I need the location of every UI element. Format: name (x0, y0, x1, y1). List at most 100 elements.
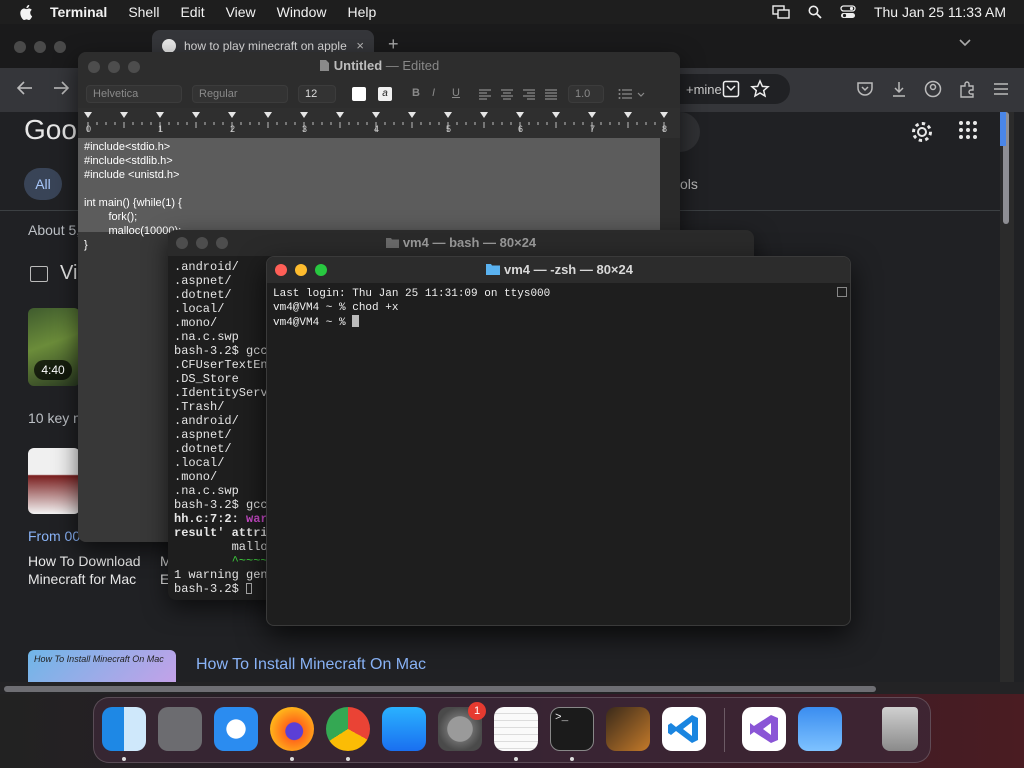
search-box[interactable] (680, 112, 700, 152)
highlight-color-icon[interactable]: a (378, 87, 392, 101)
ruler-number: 8 (662, 124, 668, 134)
tab-all[interactable]: All (24, 168, 62, 200)
menu-hamburger-icon[interactable] (992, 80, 1010, 98)
bash-line: .IdentityServ (174, 386, 268, 400)
zsh-scroll-icon[interactable] (837, 287, 847, 297)
back-arrow-icon[interactable] (16, 80, 34, 96)
tab-search-chevron-icon[interactable] (958, 38, 972, 48)
italic-icon[interactable]: I (432, 87, 435, 99)
textedit-titlebar[interactable]: Untitled — Edited (78, 52, 680, 80)
menu-view[interactable]: View (226, 4, 256, 20)
bold-icon[interactable]: B (412, 87, 420, 99)
dock-trash[interactable] (882, 707, 918, 751)
extensions-icon[interactable] (958, 80, 976, 98)
ruler[interactable]: 0 1 2 3 4 5 6 7 8 (78, 108, 680, 139)
ruler-number: 4 (374, 124, 380, 134)
dock-weather[interactable] (798, 707, 842, 751)
horizontal-scrollbar-thumb[interactable] (4, 686, 876, 692)
key-moments-label[interactable]: 10 key m (28, 410, 85, 426)
spotlight-search-icon[interactable] (808, 5, 822, 19)
dock-terminal[interactable]: >_ (550, 707, 594, 751)
google-logo[interactable]: Goo (24, 114, 77, 146)
video-play-icon (30, 266, 48, 282)
dock-app-store[interactable] (382, 707, 426, 751)
from-timestamp[interactable]: From 00 (28, 528, 80, 544)
screen-mirroring-icon[interactable] (772, 5, 790, 19)
list-bullets-icon[interactable] (618, 88, 646, 100)
font-style-select[interactable]: Regular (192, 85, 288, 103)
tab-stop-marker (480, 112, 488, 118)
video-thumbnail[interactable]: 4:40 (28, 308, 80, 386)
bash-line: .local/ (174, 456, 225, 470)
menubar-clock[interactable]: Thu Jan 25 11:33 AM (874, 4, 1006, 20)
menu-edit[interactable]: Edit (180, 4, 204, 20)
text-color-swatch[interactable] (352, 87, 366, 101)
bash-output[interactable]: .android/.aspnet/.dotnet/.local/.mono/.n… (174, 260, 268, 596)
dock-garageband[interactable] (606, 707, 650, 751)
bash-line: .na.c.swp (174, 484, 239, 498)
line-spacing-select[interactable]: 1.0 (568, 85, 604, 103)
install-app-icon[interactable] (722, 80, 740, 98)
apps-grid-icon[interactable] (958, 120, 978, 140)
dock-safari[interactable] (214, 707, 258, 751)
zsh-output[interactable]: Last login: Thu Jan 25 11:31:09 on ttys0… (273, 287, 550, 330)
tab-stop-marker (336, 112, 344, 118)
account-icon[interactable] (924, 80, 942, 98)
menu-bar: Terminal Shell Edit View Window Help Thu… (0, 0, 1024, 24)
gear-icon[interactable] (910, 120, 934, 144)
folder-icon (385, 238, 399, 248)
menu-shell[interactable]: Shell (128, 4, 159, 20)
dock-vscode[interactable] (662, 707, 706, 751)
result-title[interactable]: How To Download Minecraft for Mac (28, 552, 141, 588)
align-center-icon[interactable] (500, 88, 514, 100)
zoom-window-button[interactable] (54, 41, 66, 53)
text-cursor (246, 583, 253, 594)
vertical-scrollbar[interactable] (1000, 112, 1014, 694)
minimize-window-button[interactable] (34, 41, 46, 53)
thumbnail-caption: How To Install Minecraft On Mac (34, 654, 164, 664)
tab-tools[interactable]: ols (680, 176, 698, 192)
font-size-select[interactable]: 12 (298, 85, 336, 103)
dock-chrome[interactable] (326, 707, 370, 751)
pocket-icon[interactable] (856, 80, 874, 98)
ruler-number: 7 (590, 124, 596, 134)
zsh-titlebar[interactable]: vm4 — -zsh — 80×24 (267, 257, 850, 283)
result-link[interactable]: How To Install Minecraft On Mac (196, 656, 426, 674)
justify-icon[interactable] (544, 88, 558, 100)
close-window-button[interactable] (14, 41, 26, 53)
forward-arrow-icon[interactable] (52, 80, 70, 96)
textedit-title: Untitled — Edited (78, 58, 680, 73)
bash-line: .CFUserTextEn (174, 358, 268, 372)
dock-textedit[interactable] (494, 707, 538, 751)
dock-firefox[interactable] (270, 707, 314, 751)
align-right-icon[interactable] (522, 88, 536, 100)
dock-finder[interactable] (102, 707, 146, 751)
dock-visual-studio[interactable] (742, 707, 786, 751)
scroll-indicator (1000, 112, 1006, 146)
running-indicator (122, 757, 126, 761)
font-style-value: Regular (199, 88, 238, 100)
align-left-icon[interactable] (478, 88, 492, 100)
control-center-icon[interactable] (840, 5, 856, 19)
dock-launchpad[interactable] (158, 707, 202, 751)
download-icon[interactable] (890, 80, 908, 98)
ruler-number: 5 (446, 124, 452, 134)
apple-menu-icon[interactable] (18, 3, 36, 21)
bash-line: 1 warning gen (174, 568, 268, 582)
ruler-number: 0 (86, 124, 92, 134)
key-moment-thumbnail[interactable] (28, 448, 80, 514)
font-family-select[interactable]: Helvetica (86, 85, 182, 103)
tab-stop-marker (84, 112, 92, 118)
bash-titlebar[interactable]: vm4 — bash — 80×24 (168, 230, 754, 256)
tab-close-icon[interactable]: × (356, 38, 364, 53)
document-icon (319, 60, 329, 71)
bookmark-star-icon[interactable] (750, 79, 770, 99)
underline-icon[interactable]: U (452, 87, 460, 99)
menu-window[interactable]: Window (277, 4, 327, 20)
bash-title: vm4 — bash — 80×24 (168, 235, 754, 250)
menu-help[interactable]: Help (347, 4, 376, 20)
folder-icon (486, 264, 500, 275)
tab-stop-marker (552, 112, 560, 118)
bash-line: .dotnet/ (174, 442, 232, 456)
menu-app-terminal[interactable]: Terminal (50, 4, 107, 20)
